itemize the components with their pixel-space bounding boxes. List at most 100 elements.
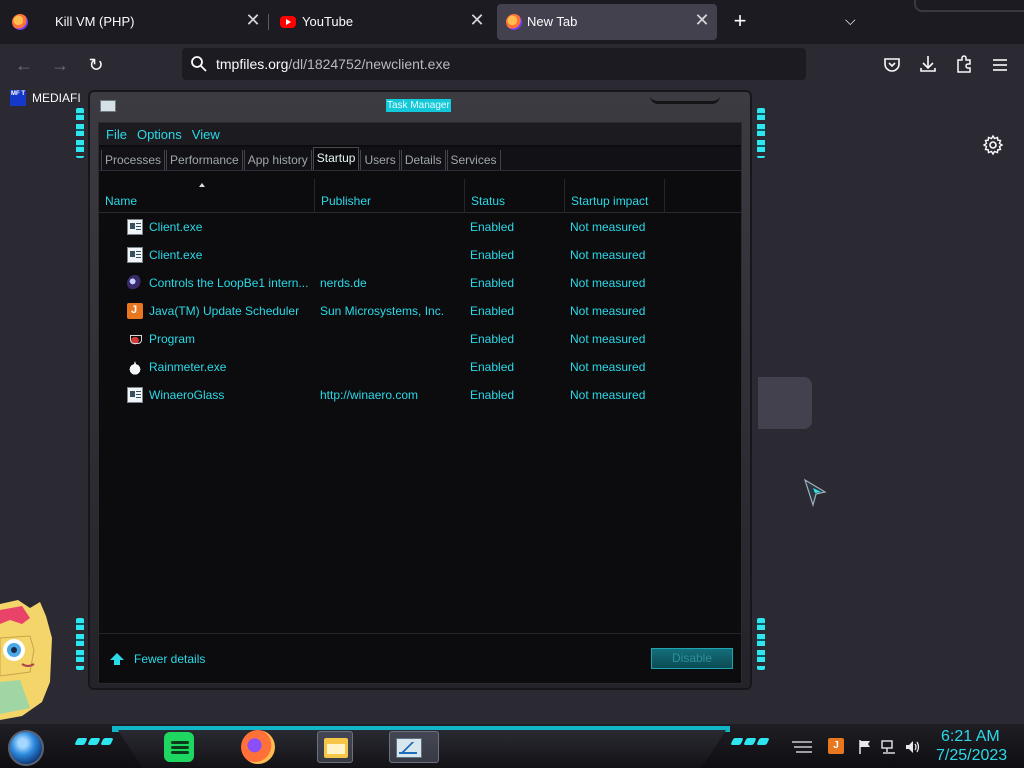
list-all-tabs-button[interactable]: ⌵ xyxy=(845,12,856,29)
url-host: tmpfiles.org xyxy=(216,56,289,72)
clock-date[interactable]: 7/25/2023 xyxy=(936,747,1007,765)
exe-icon xyxy=(127,219,143,235)
frame-glow-right-top xyxy=(757,108,765,158)
tab-services[interactable]: Services xyxy=(446,150,501,170)
row-impact: Not measured xyxy=(570,360,646,374)
table-row[interactable]: Controls the LoopBe1 intern... nerds.de … xyxy=(99,269,741,297)
row-name: Rainmeter.exe xyxy=(149,360,227,374)
row-status: Enabled xyxy=(470,332,515,346)
tab-app-history[interactable]: App history xyxy=(243,150,312,170)
address-bar[interactable]: tmpfiles.org/dl/1824752/newclient.exe xyxy=(182,48,806,80)
rainmeter-icon xyxy=(127,359,143,375)
column-label: Publisher xyxy=(321,194,372,208)
firefox-icon xyxy=(506,14,522,30)
column-header-name[interactable]: Name xyxy=(99,179,315,213)
table-row[interactable]: Client.exe Enabled Not measured xyxy=(99,213,741,241)
column-header-status[interactable]: Status xyxy=(465,179,565,213)
tab-kill-vm[interactable]: Kill VM (PHP) ✕ xyxy=(0,0,268,44)
new-tab-button[interactable]: + xyxy=(729,10,751,32)
task-manager-title-icon xyxy=(100,100,116,112)
navigation-toolbar: ← → ↻ tmpfiles.org/dl/1824752/newclient.… xyxy=(0,44,1024,86)
taskbar-stripes-icon xyxy=(792,741,812,753)
tab-startup[interactable]: Startup xyxy=(312,147,360,170)
frame-glow-left-bottom xyxy=(76,618,84,670)
row-impact: Not measured xyxy=(570,276,646,290)
table-row[interactable]: Program Enabled Not measured xyxy=(99,325,741,353)
new-tab-shortcut-card[interactable] xyxy=(758,377,812,429)
menu-view[interactable]: View xyxy=(192,127,220,142)
close-icon[interactable]: ✕ xyxy=(243,10,263,31)
tab-users[interactable]: Users xyxy=(360,150,400,170)
tab-performance[interactable]: Performance xyxy=(166,150,243,170)
menu-icon[interactable] xyxy=(990,55,1010,75)
column-header-startup-impact[interactable]: Startup impact xyxy=(565,179,665,213)
tab-details[interactable]: Details xyxy=(400,150,446,170)
fewer-details-link[interactable]: Fewer details xyxy=(134,652,205,666)
url-text[interactable]: tmpfiles.org/dl/1824752/newclient.exe xyxy=(216,56,450,72)
row-impact: Not measured xyxy=(570,248,646,262)
volume-icon[interactable] xyxy=(904,739,922,755)
pocket-icon[interactable] xyxy=(882,55,902,75)
table-row[interactable]: WinaeroGlass http://winaero.com Enabled … xyxy=(99,381,741,409)
exe-icon xyxy=(127,247,143,263)
row-name: Controls the LoopBe1 intern... xyxy=(149,276,309,290)
network-icon[interactable] xyxy=(880,739,898,755)
java-icon xyxy=(127,303,143,319)
file-explorer-icon[interactable] xyxy=(317,731,353,763)
row-publisher: Sun Microsystems, Inc. xyxy=(320,304,445,318)
task-manager-footer: Fewer details Disable xyxy=(99,633,741,684)
disable-button[interactable]: Disable xyxy=(651,648,733,669)
clock-time[interactable]: 6:21 AM xyxy=(941,728,1000,746)
row-status: Enabled xyxy=(470,388,515,402)
row-impact: Not measured xyxy=(570,220,646,234)
extensions-icon[interactable] xyxy=(954,54,974,74)
row-name: Client.exe xyxy=(149,220,203,234)
back-button[interactable]: ← xyxy=(12,53,36,77)
mouse-cursor-icon xyxy=(803,478,827,508)
table-row[interactable]: Client.exe Enabled Not measured xyxy=(99,241,741,269)
bookmark-mediafire[interactable]: MF T MEDIAFI xyxy=(10,89,81,107)
bookmark-label: MEDIAFI xyxy=(32,91,81,105)
column-label: Startup impact xyxy=(571,194,649,208)
spotify-icon[interactable] xyxy=(164,732,194,762)
chevron-up-icon[interactable] xyxy=(109,652,125,666)
task-manager-icon[interactable] xyxy=(389,731,439,763)
desktop-character-widget xyxy=(0,600,52,720)
tab-youtube[interactable]: YouTube ✕ xyxy=(268,0,494,44)
url-path: /dl/1824752/newclient.exe xyxy=(288,56,451,72)
java-update-icon[interactable]: J xyxy=(828,738,844,754)
window-title: Task Manager xyxy=(386,99,451,112)
tab-processes[interactable]: Processes xyxy=(101,150,166,170)
row-status: Enabled xyxy=(470,220,515,234)
row-impact: Not measured xyxy=(570,388,646,402)
firefox-icon[interactable] xyxy=(241,730,275,764)
table-row[interactable]: Rainmeter.exe Enabled Not measured xyxy=(99,353,741,381)
forward-button[interactable]: → xyxy=(48,53,72,77)
download-icon[interactable] xyxy=(918,54,938,74)
taskbar-glow-right xyxy=(730,738,770,745)
taskbar-glow-left xyxy=(74,738,114,745)
close-icon[interactable]: ✕ xyxy=(467,10,487,31)
row-impact: Not measured xyxy=(570,304,646,318)
menu-file[interactable]: File xyxy=(106,127,127,142)
frame-glow-left-top xyxy=(76,108,84,158)
action-center-flag-icon[interactable] xyxy=(857,739,873,755)
row-status: Enabled xyxy=(470,304,515,318)
window-frame-decoration xyxy=(650,94,720,104)
table-row[interactable]: Java(TM) Update Scheduler Sun Microsyste… xyxy=(99,297,741,325)
task-manager-tabs: Processes Performance App history Startu… xyxy=(99,147,741,171)
exe-icon xyxy=(127,387,143,403)
row-impact: Not measured xyxy=(570,332,646,346)
frame-glow-right-bottom xyxy=(757,618,765,670)
close-icon[interactable]: ✕ xyxy=(692,10,712,31)
row-status: Enabled xyxy=(470,360,515,374)
column-header-publisher[interactable]: Publisher xyxy=(315,179,465,213)
start-button[interactable] xyxy=(8,730,44,766)
reload-button[interactable]: ↻ xyxy=(84,53,108,77)
menu-options[interactable]: Options xyxy=(137,127,182,142)
row-publisher: nerds.de xyxy=(320,276,367,290)
tab-new-tab[interactable]: New Tab ✕ xyxy=(497,4,717,40)
menu-bar: File Options View xyxy=(99,123,741,145)
gear-icon[interactable] xyxy=(982,134,1004,156)
search-icon xyxy=(191,56,207,72)
